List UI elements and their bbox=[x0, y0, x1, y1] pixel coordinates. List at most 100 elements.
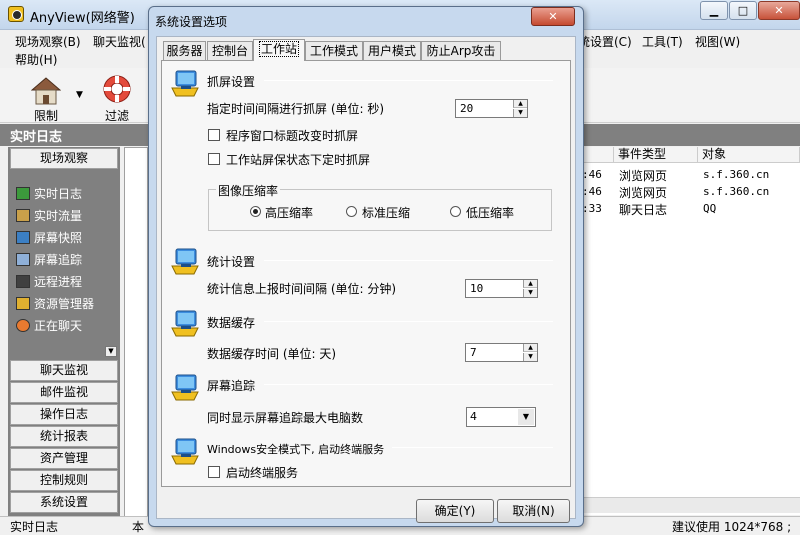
lifebuoy-filter-icon[interactable] bbox=[102, 74, 132, 104]
grid-cell-time: :46 bbox=[582, 185, 602, 198]
radio-low-compression-label: 低压缩率 bbox=[466, 206, 515, 220]
nav-operation-log-button[interactable]: 操作日志 bbox=[10, 404, 118, 425]
house-icon[interactable] bbox=[31, 77, 61, 105]
menu-tools[interactable]: 工具(T) bbox=[642, 33, 683, 50]
screenshot-icon bbox=[16, 231, 30, 244]
realtime-log-title: 实时日志 bbox=[10, 130, 63, 145]
tab-user-mode[interactable]: 用户模式 bbox=[363, 41, 421, 60]
grid-cell-object: s.f.360.cn bbox=[703, 185, 770, 198]
screen-track-icon bbox=[16, 253, 30, 266]
spin-up-icon[interactable]: ▲ bbox=[513, 100, 527, 108]
grid-cell-type: 浏览网页 bbox=[619, 186, 668, 200]
grid-cell-object: QQ bbox=[703, 202, 717, 215]
status-resolution-hint: 建议使用 1024*768 ; bbox=[672, 520, 792, 534]
tracking-max-value[interactable]: 4 bbox=[470, 410, 477, 423]
dialog-close-button[interactable]: ✕ bbox=[531, 7, 575, 26]
menu-help[interactable]: 帮助(H) bbox=[15, 51, 57, 68]
safemode-section-title: Windows安全模式下, 启动终端服务 bbox=[207, 443, 385, 456]
screensaver-capture-checkbox[interactable] bbox=[208, 153, 220, 165]
grid-header-event-type[interactable]: 事件类型 bbox=[614, 147, 698, 163]
monitor-icon bbox=[171, 310, 199, 337]
menu-system-settings[interactable]: 统设置(C) bbox=[578, 33, 632, 50]
tab-console[interactable]: 控制台 bbox=[207, 41, 253, 60]
nav-link-remote-process[interactable]: 远程进程 bbox=[34, 273, 82, 290]
chatting-icon bbox=[16, 319, 30, 332]
nav-asset-management-button[interactable]: 资产管理 bbox=[10, 448, 118, 469]
nav-link-screen-tracking[interactable]: 屏幕追踪 bbox=[34, 251, 82, 268]
menu-live-view[interactable]: 现场观察(B) bbox=[15, 33, 81, 50]
nav-control-rules-button[interactable]: 控制规则 bbox=[10, 470, 118, 491]
minimize-button[interactable]: ▁ bbox=[700, 1, 728, 20]
spin-down-icon[interactable]: ▼ bbox=[523, 289, 537, 297]
radio-high-compression[interactable] bbox=[250, 206, 261, 217]
nav-link-realtime-traffic[interactable]: 实时流量 bbox=[34, 207, 82, 224]
section-divider bbox=[264, 321, 553, 322]
stats-interval-spinner[interactable]: 10 ▲ ▼ bbox=[465, 279, 538, 298]
ok-button[interactable]: 确定(Y) bbox=[416, 499, 494, 523]
filter-button-label[interactable]: 过滤 bbox=[105, 107, 129, 124]
grid-header-object[interactable]: 对象 bbox=[698, 147, 800, 163]
spin-down-icon[interactable]: ▼ bbox=[513, 109, 527, 117]
capture-interval-spinner[interactable]: 20 ▲ ▼ bbox=[455, 99, 528, 118]
radio-low-compression[interactable] bbox=[450, 206, 461, 217]
tracking-max-label: 同时显示屏幕追踪最大电脑数 bbox=[207, 411, 364, 425]
maximize-button[interactable]: □ bbox=[729, 1, 757, 20]
spin-up-icon[interactable]: ▲ bbox=[523, 280, 537, 288]
dialog-title: 系统设置选项 bbox=[155, 15, 228, 29]
stats-interval-value[interactable]: 10 bbox=[470, 282, 483, 295]
tab-anti-arp[interactable]: 防止Arp攻击 bbox=[421, 41, 501, 60]
spin-down-icon[interactable]: ▼ bbox=[523, 353, 537, 361]
cache-duration-spinner[interactable]: 7 ▲ ▼ bbox=[465, 343, 538, 362]
nav-link-screen-snapshot[interactable]: 屏幕快照 bbox=[34, 229, 82, 246]
restrict-dropdown-arrow-icon[interactable]: ▼ bbox=[76, 90, 83, 100]
tab-workstation-label: 工作站 bbox=[258, 41, 299, 57]
combo-dropdown-arrow-icon[interactable]: ▼ bbox=[518, 409, 534, 425]
grid-cell-object: s.f.360.cn bbox=[703, 168, 770, 181]
grid-cell-time: :33 bbox=[582, 202, 602, 215]
log-grid[interactable] bbox=[578, 147, 800, 515]
menu-chat-monitor[interactable]: 聊天监视( bbox=[93, 33, 146, 50]
monitor-icon bbox=[171, 248, 199, 275]
window-title: AnyView(网络警) bbox=[30, 11, 135, 26]
cancel-button[interactable]: 取消(N) bbox=[497, 499, 570, 523]
nav-link-realtime-log[interactable]: 实时日志 bbox=[34, 185, 82, 202]
screensaver-capture-label: 工作站屏保状态下定时抓屏 bbox=[226, 153, 371, 167]
remote-process-icon bbox=[16, 275, 30, 288]
nav-chat-monitor-button[interactable]: 聊天监视 bbox=[10, 360, 118, 381]
monitor-icon bbox=[171, 70, 199, 97]
nav-system-settings-button[interactable]: 系统设置 bbox=[10, 492, 118, 513]
monitor-icon bbox=[171, 374, 199, 401]
monitor-icon bbox=[171, 438, 199, 465]
stats-section-title: 统计设置 bbox=[207, 255, 256, 269]
title-change-capture-checkbox[interactable] bbox=[208, 129, 220, 141]
spin-up-icon[interactable]: ▲ bbox=[523, 344, 537, 352]
section-divider bbox=[392, 447, 553, 448]
radio-standard-compression[interactable] bbox=[346, 206, 357, 217]
cache-duration-value[interactable]: 7 bbox=[470, 346, 477, 359]
nav-live-view-button[interactable]: 现场观察 bbox=[10, 148, 118, 169]
compress-group-title: 图像压缩率 bbox=[216, 182, 281, 199]
close-window-button[interactable]: ✕ bbox=[758, 1, 800, 20]
nav-scroll-down-icon[interactable]: ▼ bbox=[105, 346, 117, 357]
status-mid: 本 bbox=[132, 520, 145, 534]
tab-workstation[interactable]: 工作站 bbox=[253, 39, 305, 61]
grid-cell-type: 聊天日志 bbox=[619, 203, 668, 217]
nav-statistics-report-button[interactable]: 统计报表 bbox=[10, 426, 118, 447]
nav-mail-monitor-button[interactable]: 邮件监视 bbox=[10, 382, 118, 403]
tab-work-mode[interactable]: 工作模式 bbox=[305, 41, 363, 60]
section-divider bbox=[264, 384, 553, 385]
start-terminal-service-checkbox[interactable] bbox=[208, 466, 220, 478]
capture-interval-value[interactable]: 20 bbox=[460, 102, 473, 115]
grid-cell-type: 浏览网页 bbox=[619, 169, 668, 183]
tree-pane[interactable] bbox=[124, 147, 148, 517]
nav-link-chatting[interactable]: 正在聊天 bbox=[34, 317, 82, 334]
menu-view[interactable]: 视图(W) bbox=[695, 33, 740, 50]
radio-standard-compression-label: 标准压缩 bbox=[362, 206, 411, 220]
traffic-chart-icon bbox=[16, 209, 30, 222]
grid-horizontal-scrollbar[interactable] bbox=[578, 497, 800, 513]
tab-server[interactable]: 服务器 bbox=[163, 41, 206, 60]
status-left: 实时日志 bbox=[10, 520, 59, 534]
restrict-button-label[interactable]: 限制 bbox=[34, 107, 58, 124]
stats-interval-label: 统计信息上报时间间隔 (单位: 分钟) bbox=[207, 282, 397, 296]
nav-link-resource-manager[interactable]: 资源管理器 bbox=[34, 295, 94, 312]
